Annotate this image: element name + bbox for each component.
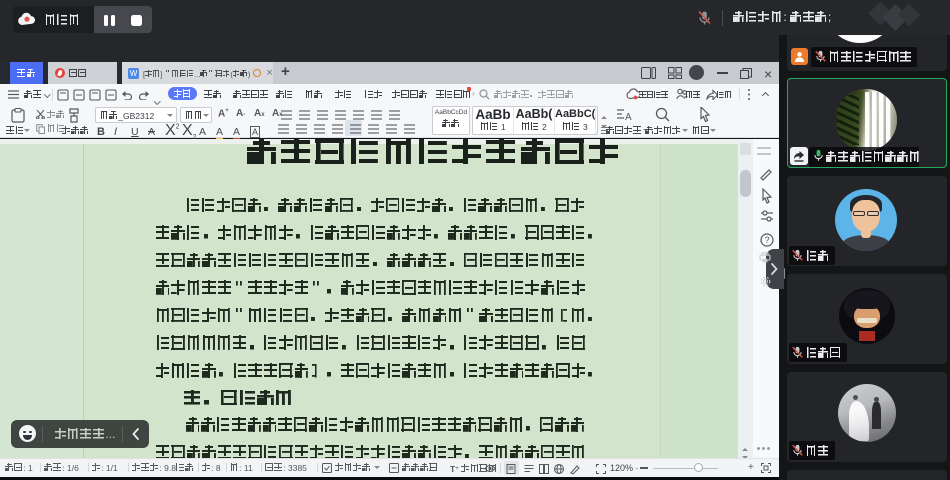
svg-text:A: A (625, 112, 632, 122)
svg-text:?: ? (765, 235, 770, 245)
